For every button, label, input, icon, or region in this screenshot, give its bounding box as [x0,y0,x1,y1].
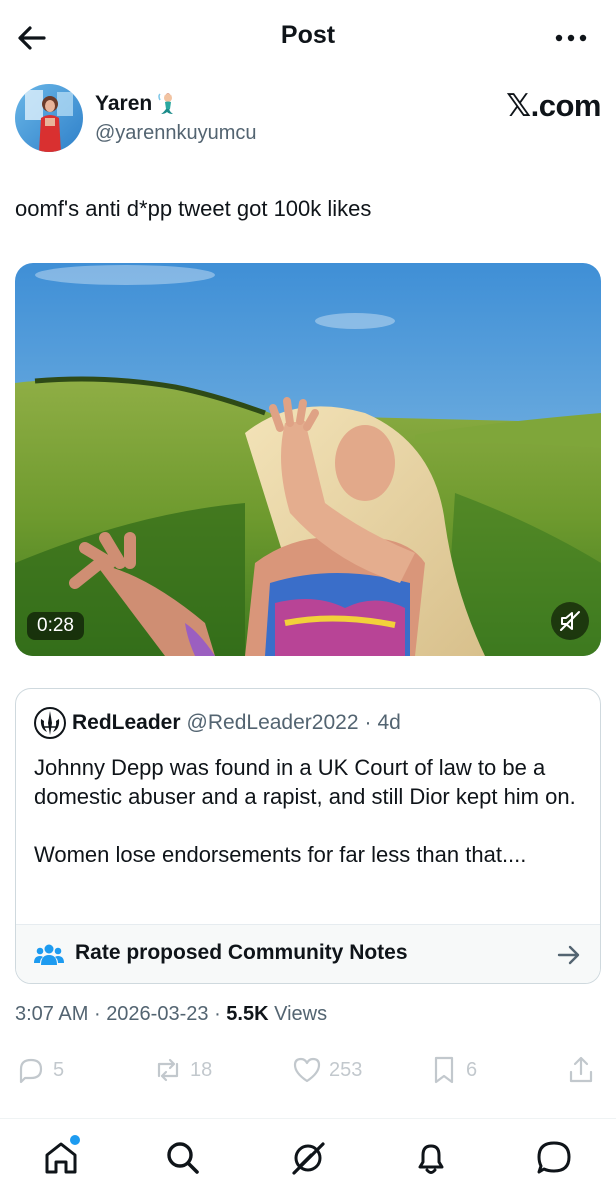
author-name[interactable]: Yaren [95,92,180,116]
post-time: 3:07 AM [15,1003,89,1025]
video-duration: 0:28 [27,612,84,640]
views-count: 5.5K [226,1003,269,1025]
quoted-post-header: RedLeader @RedLeader2022 · 4d [34,707,401,739]
muted-speaker-icon [560,611,580,631]
post-author: Yaren @yarennkuyumcu 𝕏.com [15,84,601,154]
avatar[interactable] [15,84,83,152]
repost-count: 18 [190,1058,213,1081]
reply-button[interactable]: 5 [15,1052,64,1088]
mute-button[interactable] [551,602,589,640]
meta-separator-1: · [93,1003,101,1025]
x-watermark: 𝕏.com [506,88,601,123]
bell-icon [418,1144,444,1174]
bookmark-button[interactable]: 6 [428,1052,477,1088]
heart-icon [293,1057,321,1083]
top-bar: Post [0,0,616,72]
quoted-author-handle: @RedLeader2022 [186,711,359,734]
views-label: Views [274,1003,328,1025]
quoted-post-text: Johnny Depp was found in a UK Court of l… [34,753,589,869]
post-text: oomf's anti d*pp tweet got 100k likes [15,196,372,221]
quoted-paragraph-2: Women lose endorsements for far less tha… [34,842,527,867]
share-icon [569,1056,593,1083]
post-date: 2026-03-23 [106,1003,209,1025]
page-title: Post [280,21,336,49]
avatar-image [15,84,83,152]
author-name-text: Yaren [95,92,153,115]
share-button[interactable] [565,1052,597,1088]
quoted-post-time: 4d [377,711,401,734]
home-notification-dot [70,1135,80,1145]
messages-icon [537,1141,571,1174]
tab-notifications[interactable] [410,1137,452,1179]
search-icon [167,1142,199,1174]
community-notes-bar[interactable]: Rate proposed Community Notes [16,924,600,983]
tab-messages[interactable] [533,1137,575,1179]
arrow-right-icon [557,945,580,965]
quoted-author-name: RedLeader [72,711,181,734]
post-meta: 3:07 AM · 2026-03-23 · 5.5K Views [15,1003,327,1026]
bookmark-icon [434,1056,454,1084]
like-count: 253 [329,1058,363,1081]
video-thumbnail [15,263,601,656]
community-notes-label: Rate proposed Community Notes [75,941,408,964]
mermaid-emoji-icon [158,93,174,114]
repost-button[interactable]: 18 [152,1052,212,1088]
bookmark-count: 6 [466,1058,478,1081]
quoted-post[interactable]: RedLeader @RedLeader2022 · 4d Johnny Dep… [15,688,601,984]
tab-grok[interactable] [287,1137,329,1179]
quoted-separator: · [364,711,372,734]
reply-count: 5 [53,1058,65,1081]
bottom-tab-bar [0,1118,616,1199]
grok-icon [292,1142,325,1175]
meta-separator-2: · [214,1003,221,1025]
quoted-paragraph-1: Johnny Depp was found in a UK Court of l… [34,755,576,809]
reply-icon [19,1058,43,1084]
author-handle[interactable]: @yarennkuyumcu [95,122,256,145]
more-horizontal-icon [555,34,587,42]
repost-icon [157,1058,179,1082]
like-button[interactable]: 253 [291,1052,362,1088]
tab-search[interactable] [162,1137,204,1179]
more-button[interactable] [554,24,588,52]
tab-home[interactable] [40,1135,82,1179]
people-icon [34,944,64,965]
jedi-order-avatar-icon [34,707,66,739]
video-player[interactable]: 0:28 [15,263,601,656]
post-actions: 5 18 253 6 [15,1052,601,1092]
